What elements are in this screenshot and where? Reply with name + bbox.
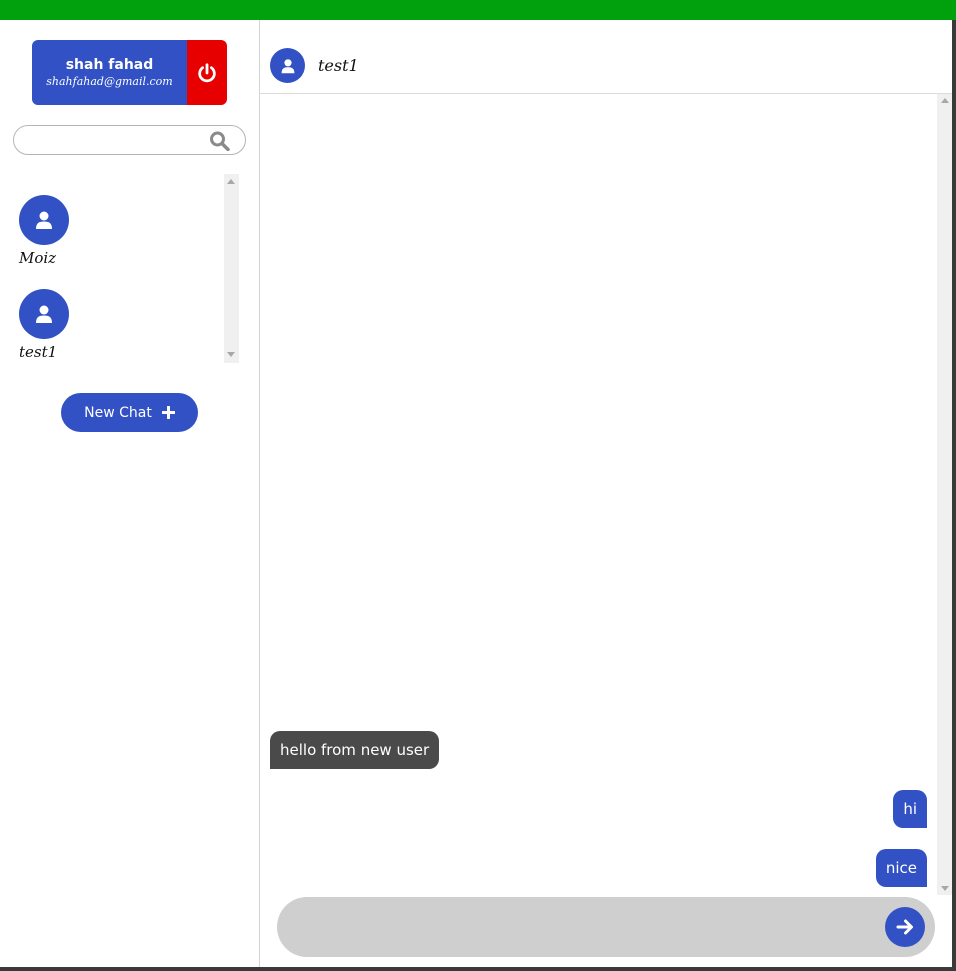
plus-icon [161, 406, 175, 419]
message-list-scrollbar[interactable] [937, 94, 952, 895]
scroll-down-arrow-icon[interactable] [941, 886, 949, 891]
scroll-up-arrow-icon[interactable] [227, 179, 235, 184]
chat-avatar [270, 48, 305, 83]
user-icon [36, 305, 52, 323]
message-list: hello from new user hi nice [260, 94, 952, 895]
profile-info: shah fahad shahfahad@gmail.com [32, 40, 187, 105]
top-bar [0, 0, 956, 20]
contact-item-moiz[interactable]: Moiz [19, 195, 99, 275]
message-outgoing: hi [893, 790, 927, 828]
search-icon[interactable] [209, 131, 231, 151]
new-chat-label: New Chat [84, 404, 152, 421]
logout-button[interactable] [187, 40, 227, 105]
contact-avatar [19, 289, 69, 339]
contact-name: test1 [19, 343, 58, 361]
message-composer [277, 897, 935, 957]
chat-title: test1 [318, 56, 359, 75]
message-input[interactable] [303, 915, 863, 939]
window-border [0, 967, 956, 971]
chat-header: test1 [260, 20, 952, 94]
user-icon [281, 58, 294, 73]
contact-name: Moiz [19, 249, 57, 267]
sidebar: shah fahad shahfahad@gmail.com Moiz test… [0, 20, 260, 967]
scroll-down-arrow-icon[interactable] [227, 352, 235, 357]
search-input[interactable] [26, 130, 206, 150]
contact-list-scrollbar[interactable] [224, 174, 239, 363]
new-chat-button[interactable]: New Chat [61, 393, 198, 432]
profile-card: shah fahad shahfahad@gmail.com [32, 40, 227, 105]
contact-avatar [19, 195, 69, 245]
message-outgoing: nice [875, 849, 927, 887]
message-incoming: hello from new user [270, 731, 440, 769]
scroll-up-arrow-icon[interactable] [941, 98, 949, 103]
arrow-right-circle-icon [896, 919, 913, 935]
contact-list: Moiz test1 [13, 174, 239, 363]
power-icon [198, 62, 216, 82]
window-border [952, 20, 956, 971]
contact-item-test1[interactable]: test1 [19, 289, 99, 363]
profile-name: shah fahad [65, 56, 154, 73]
user-icon [36, 211, 52, 229]
profile-email: shahfahad@gmail.com [46, 74, 173, 88]
send-button[interactable] [885, 907, 925, 947]
search-box [13, 125, 246, 155]
